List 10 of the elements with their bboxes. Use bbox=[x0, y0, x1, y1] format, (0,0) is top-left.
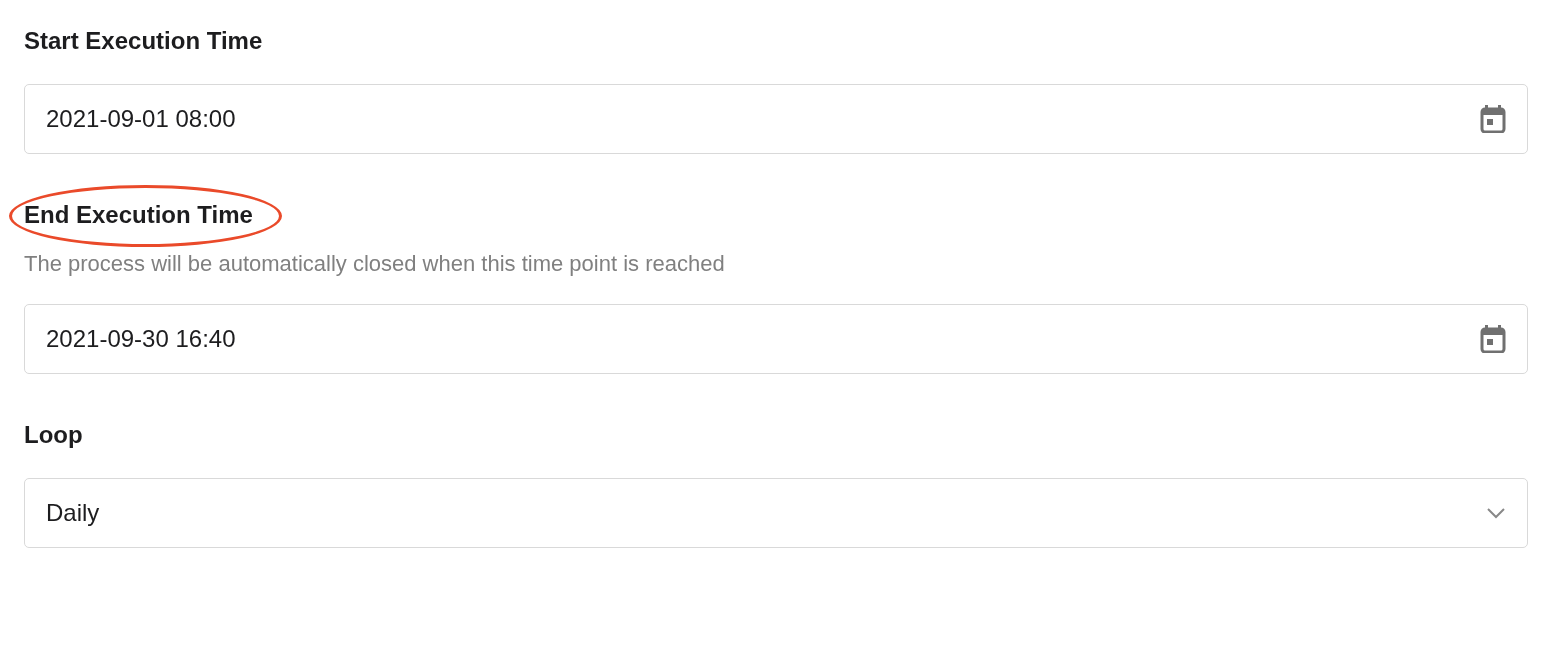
calendar-icon bbox=[1480, 105, 1506, 133]
date-field[interactable]: 2021-09-30 16:40 bbox=[24, 304, 1528, 374]
date-field[interactable]: 2021-09-01 08:00 bbox=[24, 84, 1528, 154]
select-field[interactable]: Daily bbox=[24, 478, 1528, 548]
chevron-down-icon bbox=[1486, 507, 1506, 519]
field-label: Start Execution Time bbox=[24, 26, 263, 56]
field-label: End Execution Time bbox=[24, 200, 253, 230]
field-label: Loop bbox=[24, 420, 83, 450]
field-hint: The process will be automatically closed when this time point is reached bbox=[24, 250, 726, 278]
calendar-icon bbox=[1480, 325, 1506, 353]
